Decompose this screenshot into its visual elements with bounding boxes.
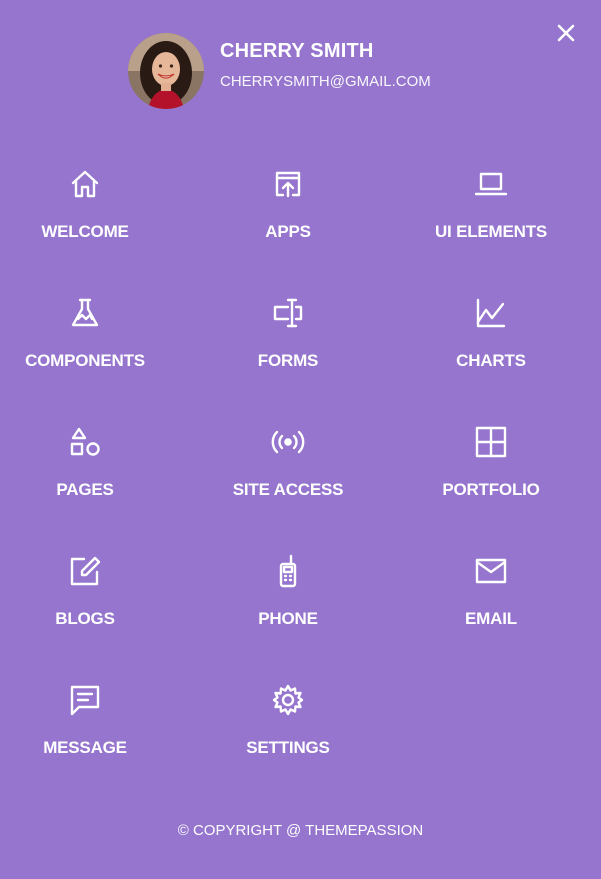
message-icon [67, 682, 103, 718]
menu-item-label: COMPONENTS [25, 351, 145, 370]
laptop-icon [473, 166, 509, 202]
avatar[interactable] [128, 33, 204, 109]
footer-copyright: © COPYRIGHT @ THEMEPASSION [177, 822, 424, 839]
side-menu-panel: CHERRY SMITH CHERRYSMITH@GMAIL.COM WELCO… [0, 0, 601, 879]
menu-item-label: PHONE [258, 609, 318, 628]
menu-item-label: MESSAGE [43, 738, 127, 757]
profile-info: CHERRY SMITH CHERRYSMITH@GMAIL.COM [220, 39, 431, 91]
menu-item-label: EMAIL [465, 609, 517, 628]
menu-grid: WELCOME APPS UI ELEMENTS COMPONENTS FORM [0, 158, 601, 803]
menu-item-label: CHARTS [456, 351, 526, 370]
gear-icon [270, 682, 306, 718]
home-icon [67, 166, 103, 202]
broadcast-icon [270, 424, 306, 460]
edit-icon [67, 553, 103, 589]
menu-item-label: BLOGS [55, 609, 115, 628]
user-profile: CHERRY SMITH CHERRYSMITH@GMAIL.COM [128, 33, 431, 109]
menu-item-blogs[interactable]: BLOGS [0, 545, 170, 674]
line-chart-icon [473, 295, 509, 331]
menu-item-settings[interactable]: SETTINGS [170, 674, 406, 803]
menu-item-apps[interactable]: APPS [170, 158, 406, 287]
close-icon [557, 24, 575, 42]
menu-item-message[interactable]: MESSAGE [0, 674, 170, 803]
menu-item-label: SETTINGS [246, 738, 330, 757]
menu-item-label: FORMS [257, 351, 319, 370]
flask-icon [67, 295, 103, 331]
menu-item-site-access[interactable]: SITE ACCESS [170, 416, 406, 545]
menu-item-label: PORTFOLIO [442, 480, 540, 499]
avatar-image [128, 33, 204, 109]
grid-icon [473, 424, 509, 460]
menu-item-label: SITE ACCESS [232, 480, 344, 499]
open-in-browser-icon [270, 166, 306, 202]
menu-item-label: APPS [265, 222, 311, 241]
menu-item-components[interactable]: COMPONENTS [0, 287, 170, 416]
mobile-phone-icon [270, 553, 306, 589]
menu-item-label: PAGES [56, 480, 114, 499]
profile-email: CHERRYSMITH@GMAIL.COM [220, 73, 431, 90]
menu-item-phone[interactable]: PHONE [170, 545, 406, 674]
menu-item-forms[interactable]: FORMS [170, 287, 406, 416]
close-button[interactable] [555, 22, 577, 44]
menu-item-email[interactable]: EMAIL [406, 545, 576, 674]
menu-item-label: UI ELEMENTS [434, 222, 548, 241]
menu-item-label: WELCOME [41, 222, 129, 241]
form-textbox-icon [270, 295, 306, 331]
menu-item-ui-elements[interactable]: UI ELEMENTS [406, 158, 576, 287]
menu-item-charts[interactable]: CHARTS [406, 287, 576, 416]
menu-item-pages[interactable]: PAGES [0, 416, 170, 545]
profile-name: CHERRY SMITH [220, 40, 374, 62]
email-icon [473, 553, 509, 589]
menu-item-welcome[interactable]: WELCOME [0, 158, 170, 287]
menu-item-portfolio[interactable]: PORTFOLIO [406, 416, 576, 545]
shapes-icon [67, 424, 103, 460]
